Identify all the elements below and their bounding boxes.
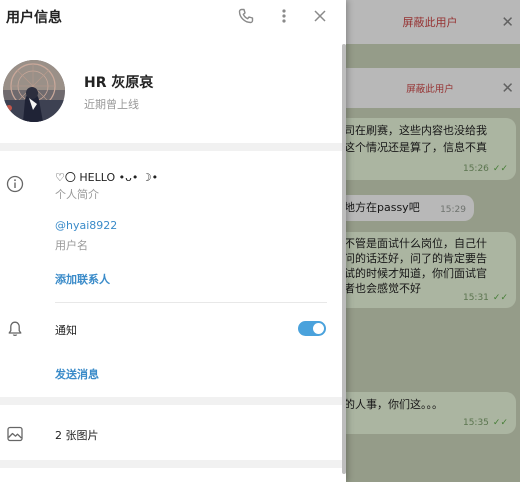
section-separator [0, 460, 342, 468]
bio-label: 个人简介 [55, 188, 99, 201]
username-value[interactable]: @hyai8922 [55, 219, 117, 232]
media-photos-link[interactable]: 2 张图片 [55, 427, 99, 443]
section-separator [0, 143, 342, 151]
add-contact-button[interactable]: 添加联系人 [55, 271, 110, 287]
image-icon [6, 425, 24, 443]
divider [55, 302, 327, 303]
username-label: 用户名 [55, 239, 88, 252]
more-vertical-icon[interactable] [274, 6, 294, 26]
phone-icon[interactable] [236, 6, 256, 26]
bio-value: ♡〇 HELLO •ᴗ• ☽• [55, 171, 159, 184]
close-icon[interactable] [310, 6, 330, 26]
notifications-label: 通知 [55, 324, 77, 337]
info-icon [6, 175, 24, 193]
avatar[interactable] [3, 60, 65, 122]
panel-title: 用户信息 [6, 10, 62, 26]
profile-section: HR 灰原哀 近期曾上线 [0, 52, 342, 132]
profile-name: HR 灰原哀 [84, 75, 154, 91]
toggle-knob [313, 323, 324, 334]
notifications-toggle[interactable] [298, 321, 326, 336]
last-seen-status: 近期曾上线 [84, 98, 139, 111]
panel-header: 用户信息 [0, 0, 342, 34]
section-separator [0, 397, 342, 405]
bell-icon [6, 320, 24, 338]
user-info-panel: 用户信息 HR 灰原哀 近期曾上线 ♡〇 HELLO •ᴗ• ☽• 个人简介 @… [0, 0, 346, 482]
scrollbar[interactable] [342, 44, 346, 474]
send-message-button[interactable]: 发送消息 [55, 366, 99, 382]
